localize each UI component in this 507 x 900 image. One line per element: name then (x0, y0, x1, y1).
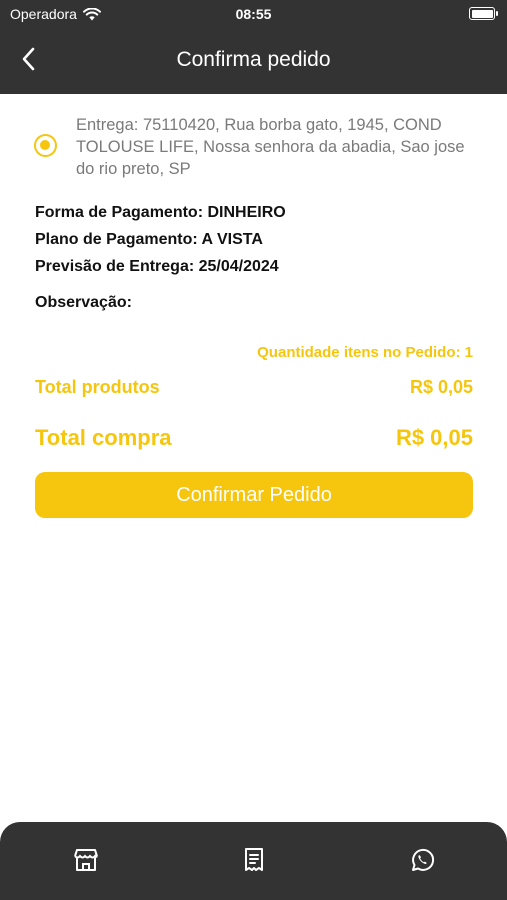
page-title: Confirma pedido (176, 48, 331, 71)
store-icon (74, 849, 98, 871)
delivery-forecast: Previsão de Entrega: 25/04/2024 (35, 258, 279, 275)
clock: 08:55 (235, 6, 272, 22)
payment-form: Forma de Pagamento: DINHEIRO (35, 204, 286, 221)
nav-bar: Confirma pedido (0, 28, 507, 94)
address-radio[interactable] (34, 134, 57, 157)
tab-orders[interactable] (239, 845, 269, 875)
confirm-order-button[interactable]: Confirmar Pedido (35, 472, 473, 518)
total-products-row: Total produtos R$ 0,05 (35, 377, 473, 398)
total-products-label: Total produtos (35, 377, 160, 397)
total-purchase-row: Total compra R$ 0,05 (35, 425, 473, 451)
item-quantity: Quantidade itens no Pedido: 1 (257, 344, 473, 361)
whatsapp-icon (412, 848, 435, 871)
tab-whatsapp[interactable] (407, 845, 437, 875)
status-bar: Operadora 08:55 (0, 0, 507, 28)
order-info: Forma de Pagamento: DINHEIRO Plano de Pa… (35, 199, 286, 280)
total-purchase-label: Total compra (35, 425, 172, 450)
payment-plan: Plano de Pagamento: A VISTA (35, 231, 263, 248)
total-purchase-value: R$ 0,05 (395, 425, 473, 450)
total-products-value: R$ 0,05 (409, 377, 473, 397)
receipt-icon (245, 848, 263, 871)
tab-store[interactable] (71, 845, 101, 875)
observation-label: Observação: (35, 294, 132, 311)
tab-bar (0, 822, 507, 900)
battery-icon (469, 7, 498, 20)
address-text: Entrega: 75110420, Rua borba gato, 1945,… (76, 116, 465, 178)
